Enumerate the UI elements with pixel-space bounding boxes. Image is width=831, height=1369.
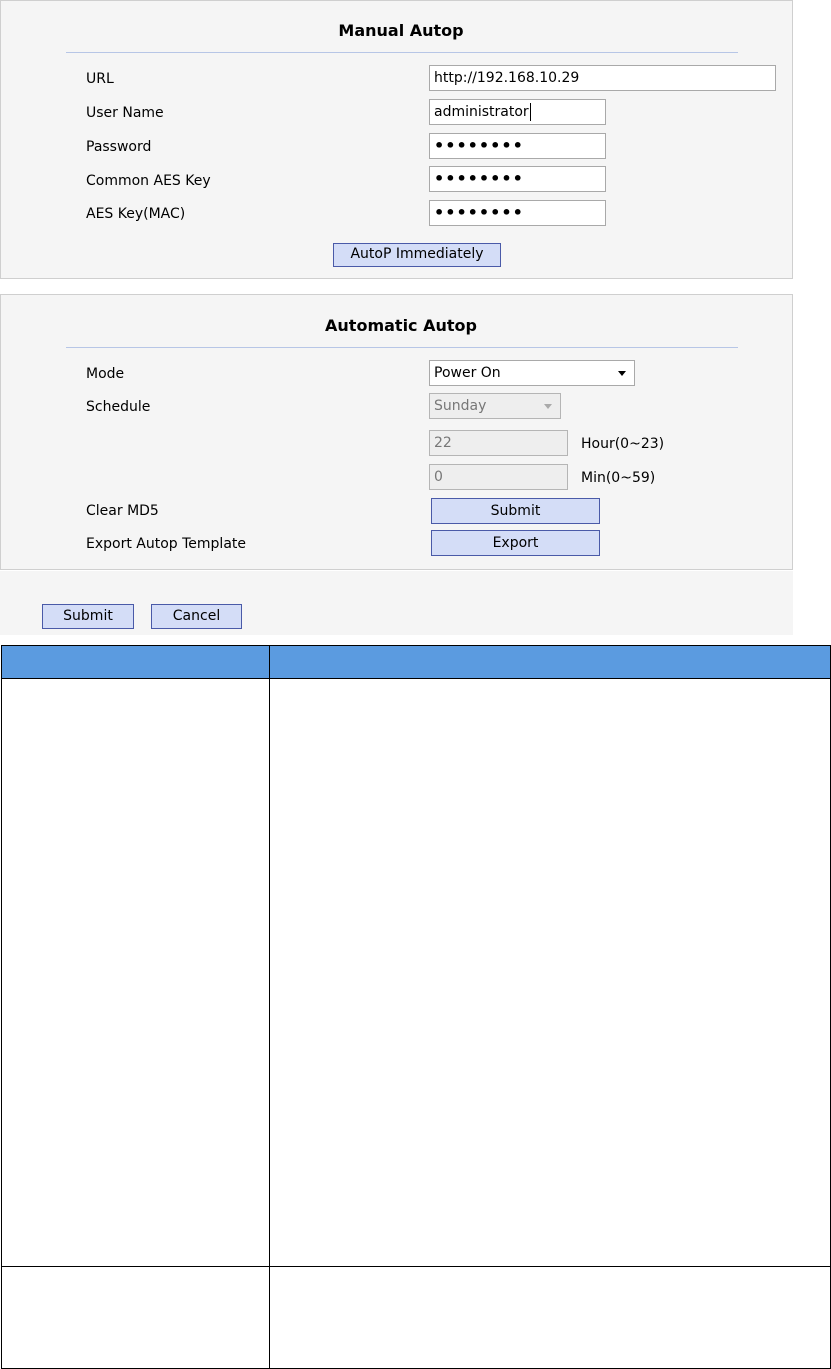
- schedule-select[interactable]: Sunday: [429, 393, 561, 419]
- table-cell: [269, 678, 831, 1267]
- hour-unit-label: Hour(0~23): [581, 436, 665, 452]
- url-input[interactable]: http://192.168.10.29: [429, 65, 776, 91]
- chevron-down-icon: [618, 371, 626, 376]
- common-aes-key-value: ••••••••: [434, 169, 524, 188]
- export-autop-template-label: Export Autop Template: [86, 536, 247, 552]
- text-cursor: [529, 103, 531, 121]
- password-input[interactable]: ••••••••: [429, 133, 606, 159]
- submit-button[interactable]: Submit: [42, 604, 134, 629]
- minute-unit-label: Min(0~59): [581, 470, 656, 486]
- title-divider: [66, 347, 738, 348]
- username-input[interactable]: administrator: [429, 99, 606, 125]
- table-header-row: [1, 645, 831, 679]
- username-value: administrator: [434, 104, 529, 120]
- table-header-cell: [269, 645, 831, 679]
- manual-autop-title: Manual Autop: [338, 21, 464, 40]
- footer-bar: Submit Cancel: [0, 571, 793, 635]
- mode-value: Power On: [434, 365, 501, 381]
- minute-value: 0: [434, 469, 443, 485]
- mode-select[interactable]: Power On: [429, 360, 635, 386]
- table-cell: [1, 1266, 270, 1369]
- aes-key-mac-input[interactable]: ••••••••: [429, 200, 606, 226]
- username-label: User Name: [86, 105, 164, 121]
- common-aes-key-input[interactable]: ••••••••: [429, 166, 606, 192]
- aes-key-mac-label: AES Key(MAC): [86, 206, 186, 222]
- autop-immediately-button[interactable]: AutoP Immediately: [333, 243, 501, 267]
- clear-md5-submit-button[interactable]: Submit: [431, 498, 600, 524]
- title-divider: [66, 52, 738, 53]
- schedule-value: Sunday: [434, 398, 487, 414]
- table-cell: [1, 678, 270, 1267]
- mode-label: Mode: [86, 366, 125, 382]
- automatic-autop-title: Automatic Autop: [325, 316, 477, 335]
- password-value: ••••••••: [434, 136, 524, 155]
- common-aes-key-label: Common AES Key: [86, 173, 211, 189]
- parameter-description-table: [1, 645, 831, 1369]
- table-cell: [269, 1266, 831, 1369]
- aes-key-mac-value: ••••••••: [434, 203, 524, 222]
- hour-value: 22: [434, 435, 452, 451]
- url-value: http://192.168.10.29: [434, 70, 580, 86]
- automatic-autop-panel: Automatic Autop Mode Power On Schedule S…: [0, 294, 793, 570]
- password-label: Password: [86, 139, 152, 155]
- clear-md5-label: Clear MD5: [86, 503, 159, 519]
- chevron-down-icon: [544, 404, 552, 409]
- table-row: [1, 678, 831, 1267]
- schedule-label: Schedule: [86, 399, 151, 415]
- manual-autop-panel: Manual Autop URL http://192.168.10.29 Us…: [0, 0, 793, 279]
- hour-input[interactable]: 22: [429, 430, 568, 456]
- url-label: URL: [86, 71, 114, 87]
- table-header-cell: [1, 645, 270, 679]
- export-button[interactable]: Export: [431, 530, 600, 556]
- table-row: [1, 1266, 831, 1369]
- cancel-button[interactable]: Cancel: [151, 604, 242, 629]
- minute-input[interactable]: 0: [429, 464, 568, 490]
